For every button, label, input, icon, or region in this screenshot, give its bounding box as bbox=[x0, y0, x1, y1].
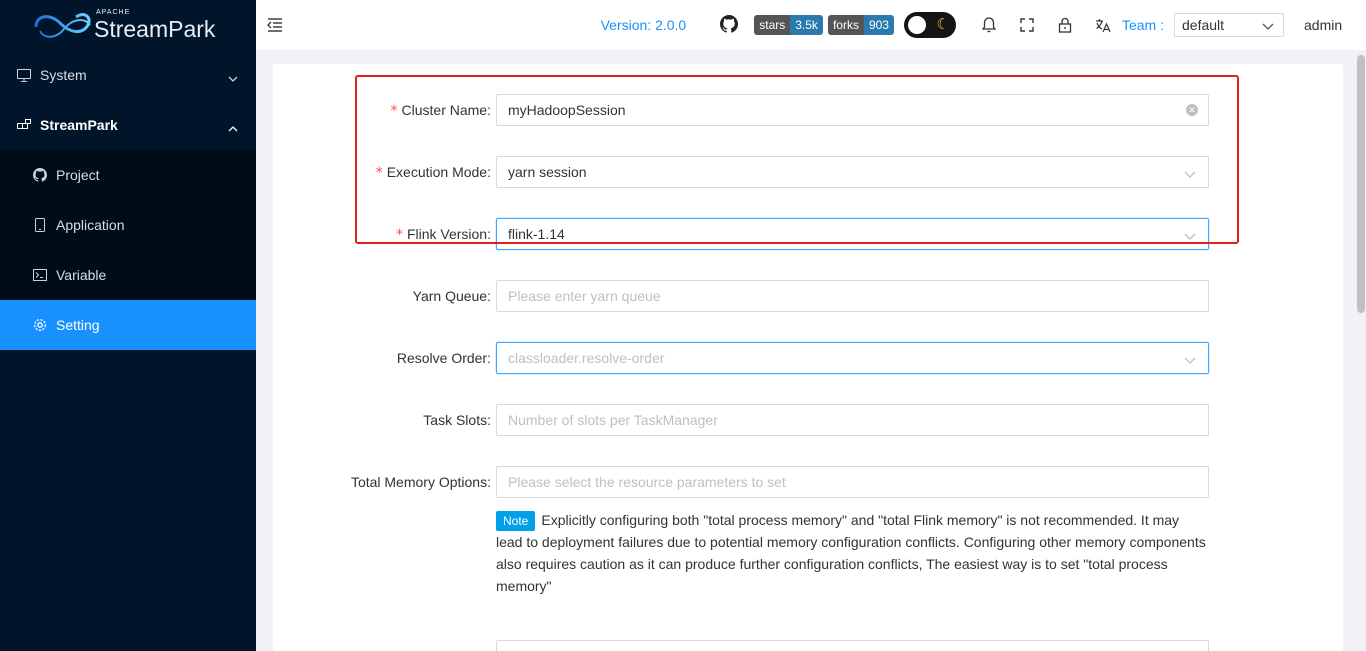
sidebar-item-label: System bbox=[40, 67, 87, 83]
sidebar-item-setting[interactable]: Setting bbox=[0, 300, 256, 350]
sidebar-item-project[interactable]: Project bbox=[0, 150, 256, 200]
cluster-name-input[interactable]: myHadoopSession ✕ bbox=[496, 94, 1209, 126]
streampark-submenu: Project Application Variable Setting bbox=[0, 150, 256, 350]
sidebar-item-variable[interactable]: Variable bbox=[0, 250, 256, 300]
stars-badge-label: stars bbox=[754, 15, 791, 35]
stars-badge-value: 3.5k bbox=[790, 15, 823, 35]
task-slots-label: Task Slots: bbox=[423, 412, 491, 428]
execution-mode-value: yarn session bbox=[508, 164, 587, 180]
resolve-order-select[interactable]: classloader.resolve-order bbox=[496, 342, 1209, 374]
chevron-down-icon bbox=[1184, 229, 1196, 245]
bell-icon[interactable] bbox=[970, 17, 1008, 33]
version-text: Version: 2.0.0 bbox=[600, 17, 687, 33]
monitor-icon bbox=[17, 68, 31, 82]
yarn-queue-input[interactable] bbox=[508, 288, 1168, 304]
menu-fold-icon[interactable] bbox=[267, 18, 283, 35]
mobile-icon bbox=[33, 218, 47, 232]
form-row-execution-mode: * Execution Mode: yarn session bbox=[273, 156, 1343, 188]
total-memory-label: Total Memory Options: bbox=[350, 474, 491, 490]
resolve-order-placeholder: classloader.resolve-order bbox=[508, 350, 665, 366]
sidebar-item-label: StreamPark bbox=[40, 117, 118, 133]
sidebar-item-streampark[interactable]: StreamPark bbox=[0, 100, 256, 150]
flink-version-label: * Flink Version: bbox=[395, 226, 491, 243]
chevron-down-icon bbox=[1262, 19, 1274, 35]
forks-badge[interactable]: forks 903 bbox=[827, 15, 894, 35]
team-label: Team : bbox=[1121, 17, 1164, 33]
github-icon[interactable] bbox=[720, 14, 739, 36]
logo[interactable]: APACHE StreamPark bbox=[0, 0, 256, 50]
form-row-total-memory: Total Memory Options: Please select the … bbox=[273, 466, 1343, 498]
streampark-logo-icon bbox=[30, 5, 96, 45]
toggle-knob bbox=[907, 16, 926, 34]
flink-version-value: flink-1.14 bbox=[508, 226, 565, 242]
forks-badge-value: 903 bbox=[863, 15, 894, 35]
chevron-down-icon bbox=[1184, 353, 1196, 369]
form-row-resolve-order: Resolve Order: classloader.resolve-order bbox=[273, 342, 1343, 374]
moon-icon: ☾ bbox=[936, 16, 950, 33]
fullscreen-icon[interactable] bbox=[1008, 18, 1046, 32]
cluster-icon bbox=[17, 118, 31, 132]
sidebar-item-label: Setting bbox=[56, 317, 100, 333]
github-icon bbox=[33, 168, 47, 182]
execution-mode-label: * Execution Mode: bbox=[375, 164, 491, 181]
form-row-flink-version: * Flink Version: flink-1.14 bbox=[273, 218, 1343, 250]
resolve-order-label: Resolve Order: bbox=[396, 350, 491, 366]
cluster-form-card: * Cluster Name: myHadoopSession ✕ * Execut… bbox=[273, 64, 1343, 651]
dark-mode-toggle[interactable]: ☾ bbox=[903, 12, 956, 38]
execution-mode-select[interactable]: yarn session bbox=[496, 156, 1209, 188]
stars-badge[interactable]: stars 3.5k bbox=[754, 15, 823, 35]
chevron-down-icon bbox=[228, 70, 238, 82]
sidebar: APACHE StreamPark System StreamPark Proj… bbox=[0, 0, 256, 651]
sidebar-item-label: Application bbox=[56, 217, 125, 233]
chevron-up-icon bbox=[228, 120, 238, 132]
lock-icon[interactable] bbox=[1046, 17, 1084, 33]
scrollbar-thumb[interactable] bbox=[1357, 55, 1365, 313]
form-row-yarn-queue: Yarn Queue: bbox=[273, 280, 1343, 312]
task-slots-field[interactable] bbox=[496, 404, 1209, 436]
form-row-cluster-name: * Cluster Name: myHadoopSession ✕ bbox=[273, 94, 1343, 126]
sidebar-item-label: Project bbox=[56, 167, 100, 183]
sidebar-item-label: Variable bbox=[56, 267, 107, 283]
cluster-name-label: * Cluster Name: bbox=[390, 102, 491, 119]
yarn-queue-label: Yarn Queue: bbox=[412, 288, 491, 304]
yarn-queue-field[interactable] bbox=[496, 280, 1209, 312]
total-memory-placeholder: Please select the resource parameters to… bbox=[508, 474, 786, 490]
sidebar-item-application[interactable]: Application bbox=[0, 200, 256, 250]
total-memory-select[interactable]: Please select the resource parameters to… bbox=[496, 466, 1209, 498]
cluster-name-value: myHadoopSession bbox=[508, 102, 626, 118]
chevron-down-icon bbox=[1184, 167, 1196, 183]
top-header: Version: 2.0.0 stars 3.5k forks 903 ☾ Te… bbox=[256, 0, 1366, 50]
gear-icon bbox=[33, 318, 47, 332]
logo-name-text: StreamPark bbox=[94, 16, 216, 42]
team-select-value: default bbox=[1182, 17, 1225, 33]
sidebar-item-system[interactable]: System bbox=[0, 50, 256, 100]
forks-badge-label: forks bbox=[827, 15, 864, 35]
memory-note: Note Explicitly configuring both "total p… bbox=[496, 509, 1209, 597]
next-field[interactable] bbox=[496, 640, 1209, 651]
clear-icon[interactable]: ✕ bbox=[1186, 104, 1198, 116]
task-slots-input[interactable] bbox=[508, 412, 1168, 428]
note-tag: Note bbox=[496, 511, 536, 531]
translate-icon[interactable] bbox=[1084, 18, 1122, 33]
form-row-task-slots: Task Slots: bbox=[273, 404, 1343, 436]
terminal-icon bbox=[33, 268, 47, 282]
user-name[interactable]: admin bbox=[1304, 17, 1363, 33]
team-select[interactable]: default bbox=[1174, 13, 1284, 37]
flink-version-select[interactable]: flink-1.14 bbox=[496, 218, 1209, 250]
note-text: Explicitly configuring both "total proce… bbox=[496, 512, 1206, 594]
